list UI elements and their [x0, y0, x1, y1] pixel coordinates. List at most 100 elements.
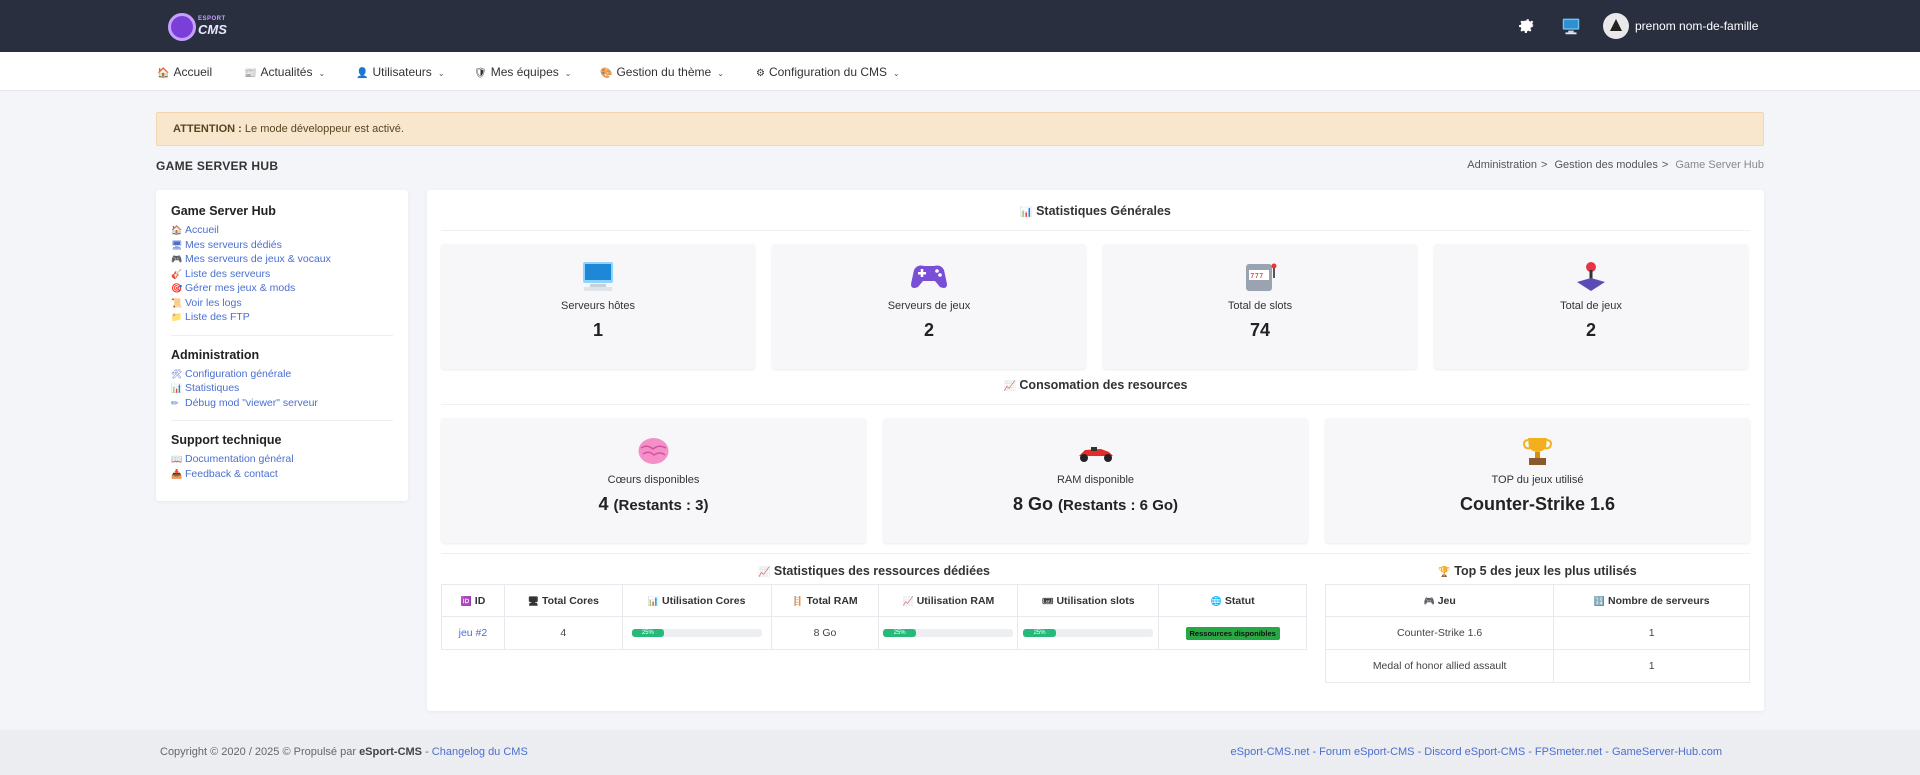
- resource-label: Cœurs disponibles: [607, 474, 700, 486]
- inbox-icon: 📥: [171, 468, 183, 479]
- resource-value-main: Counter-Strike 1.6: [1459, 494, 1616, 514]
- sidebar-link-gerer-jeux-mods[interactable]: 🎯 Gérer mes jeux & mods: [171, 281, 393, 296]
- column-header-label: Utilisation Cores: [662, 594, 746, 607]
- nav-item-accueil[interactable]: 🏠 Accueil: [157, 65, 212, 79]
- sidebar-link-statistiques[interactable]: 📊 Statistiques: [171, 381, 393, 396]
- nav-item-mes-equipes[interactable]: 🛡 Mes équipes ⌄: [474, 65, 571, 79]
- news-icon: 📰: [244, 68, 257, 79]
- monitor-icon[interactable]: [1560, 15, 1582, 37]
- slot-machine-icon: 777: [1246, 263, 1277, 291]
- sidebar-section-title: Game Server Hub: [171, 204, 276, 218]
- divider: [441, 404, 1750, 405]
- column-header-id: 🆔 ID: [441, 584, 505, 617]
- table-row: Medal of honor allied assault 1: [1324, 649, 1750, 683]
- nav-item-utilisateurs[interactable]: 👤 Utilisateurs ⌄: [356, 65, 445, 79]
- sidebar: Game Server Hub 🏠 Accueil 🖥 Mes serveurs d…: [156, 190, 408, 501]
- sidebar-link-serveurs-dedies[interactable]: 🖥 Mes serveurs dédiés: [171, 238, 393, 253]
- cell-statut: Ressources disponibles: [1158, 616, 1307, 650]
- target-icon: 🎯: [171, 283, 183, 293]
- cell-utilisation-slots: 25%: [1017, 616, 1160, 650]
- logo[interactable]: ESPORT CMS: [168, 13, 232, 41]
- sidebar-link-serveurs-jeux-vocaux[interactable]: 🎮 Mes serveurs de jeux & vocaux: [171, 252, 393, 267]
- scroll-icon: 📜: [171, 297, 183, 308]
- column-header-label: Total Cores: [541, 594, 599, 607]
- stat-value: 2: [923, 320, 934, 340]
- column-header-jeu: 🎮 Jeu: [1324, 584, 1555, 617]
- breadcrumb-separator: >: [1541, 159, 1548, 171]
- column-header-nombre-serveurs: 🔢 Nombre de serveurs: [1553, 584, 1750, 617]
- column-header-utilisation-slots: 🎟 Utilisation slots: [1017, 584, 1160, 617]
- id-icon: 🆔: [460, 595, 472, 606]
- footer-links[interactable]: eSport-CMS.net - Forum eSport-CMS - Disc…: [1231, 746, 1722, 758]
- sidebar-link-voir-logs[interactable]: 📜 Voir les logs: [171, 296, 393, 311]
- resource-value: Counter-Strike 1.6: [1325, 494, 1750, 515]
- stats-title-text: Statistiques Générales: [1036, 204, 1171, 218]
- sidebar-link-label: Statistiques: [185, 382, 240, 394]
- trophy-icon: 🏆: [1438, 567, 1451, 578]
- breadcrumb: Administration > Gestion des modules > Gam…: [1467, 159, 1764, 171]
- column-header-label: Utilisation RAM: [916, 594, 995, 607]
- nav-item-configuration-cms[interactable]: ⚙ Configuration du CMS ⌄: [756, 65, 900, 79]
- resource-value-extra: (Restants : 3): [613, 497, 709, 514]
- top-bar: ESPORT CMS prenom nom-de-famille: [0, 0, 1920, 52]
- breadcrumb-item[interactable]: Gestion des modules: [1555, 159, 1658, 171]
- footer-copyright: Copyright © 2020 / 2025 © Propulsé par e…: [160, 746, 528, 758]
- avatar[interactable]: [1603, 13, 1629, 39]
- sidebar-link-liste-ftp[interactable]: 📁 Liste des FTP: [171, 310, 393, 325]
- pencil-icon: ✏: [171, 397, 179, 408]
- nav-item-label: Actualités: [260, 65, 313, 79]
- changelog-link[interactable]: Changelog du CMS: [432, 746, 528, 758]
- sidebar-link-label: Feedback & contact: [185, 467, 278, 480]
- sidebar-section-game-server-hub: Game Server Hub 🏠 Accueil 🖥 Mes serveurs d…: [171, 204, 393, 325]
- top5-games-table: 🎮 Jeu 🔢 Nombre de serveurs Counter-Strike …: [1324, 584, 1750, 683]
- book-icon: 📖: [171, 454, 183, 464]
- sidebar-link-accueil[interactable]: 🏠 Accueil: [171, 223, 393, 238]
- stat-label: Serveurs de jeux: [887, 300, 971, 312]
- resource-card-ram: RAM disponible 8 Go (Restants : 6 Go): [883, 418, 1308, 543]
- nav-item-actualites[interactable]: 📰 Actualités ⌄: [244, 65, 325, 79]
- breadcrumb-current: Game Server Hub: [1675, 159, 1764, 171]
- stat-value: 74: [1249, 320, 1271, 340]
- table-header-row: 🎮 Jeu 🔢 Nombre de serveurs: [1324, 584, 1750, 617]
- nav-item-label: Mes équipes: [490, 65, 559, 79]
- resource-value-main: 4: [598, 494, 609, 514]
- stat-card-total-jeux: Total de jeux 2: [1434, 244, 1748, 369]
- monitor-icon: 🖥: [527, 595, 539, 606]
- chevron-down-icon: ⌄: [893, 69, 900, 78]
- sidebar-link-label: Voir les logs: [185, 296, 242, 309]
- svg-text:777: 777: [1250, 272, 1263, 280]
- breadcrumb-item[interactable]: Administration: [1467, 159, 1537, 171]
- sidebar-link-label: Mes serveurs de jeux & vocaux: [185, 253, 331, 265]
- main-nav: 🏠 Accueil 📰 Actualités ⌄ 👤 Utilisateurs ⌄ 🛡 Me…: [0, 52, 1920, 91]
- sidebar-link-configuration-generale[interactable]: 🛠 Configuration générale: [171, 367, 393, 382]
- brain-icon: [638, 438, 669, 464]
- stat-card-serveurs-jeux: Serveurs de jeux 2: [772, 244, 1086, 369]
- developer-mode-alert: ATTENTION : Le mode développeur est acti…: [156, 112, 1764, 146]
- user-icon: 👤: [356, 68, 369, 79]
- sidebar-link-liste-serveurs[interactable]: 🎸 Liste des serveurs: [171, 267, 393, 282]
- dedicated-stats-table: 🆔 ID 🖥 Total Cores 📊 Utilisation Cores 🪜 Tot…: [441, 584, 1307, 650]
- server-link[interactable]: jeu #2: [459, 627, 488, 639]
- house-icon: 🏠: [157, 68, 170, 79]
- bar-chart-icon: 📊: [171, 383, 183, 393]
- monitor-icon: 🖥: [171, 239, 183, 250]
- sidebar-link-documentation[interactable]: 📖 Documentation général: [171, 452, 393, 467]
- nav-item-gestion-theme[interactable]: 🎨 Gestion du thème ⌄: [600, 65, 724, 79]
- sidebar-link-debug-viewer[interactable]: ✏ Débug mod "viewer" serveur: [171, 396, 393, 411]
- sidebar-link-feedback[interactable]: 📥 Feedback & contact: [171, 467, 393, 482]
- stats-section-title: 📊 Statistiques Générales: [427, 204, 1764, 218]
- column-header-label: Total RAM: [806, 594, 858, 607]
- settings-gear-icon[interactable]: [1515, 15, 1537, 37]
- column-header-label: Jeu: [1437, 594, 1456, 607]
- column-header-label: Nombre de serveurs: [1607, 594, 1710, 607]
- main-panel: 📊 Statistiques Générales Serveurs hôtes …: [427, 190, 1764, 711]
- column-header-label: Statut: [1224, 594, 1255, 607]
- folder-icon: 📁: [171, 312, 183, 322]
- numbers-icon: 🔢: [1593, 595, 1605, 606]
- sidebar-link-label: Configuration générale: [185, 367, 292, 380]
- stat-value: 1: [592, 320, 603, 340]
- resources-section-title: 📈 Consomation des resources: [427, 378, 1764, 392]
- nav-item-label: Accueil: [173, 65, 213, 79]
- sidebar-link-label: Documentation général: [185, 453, 294, 465]
- username[interactable]: prenom nom-de-famille: [1635, 19, 1758, 33]
